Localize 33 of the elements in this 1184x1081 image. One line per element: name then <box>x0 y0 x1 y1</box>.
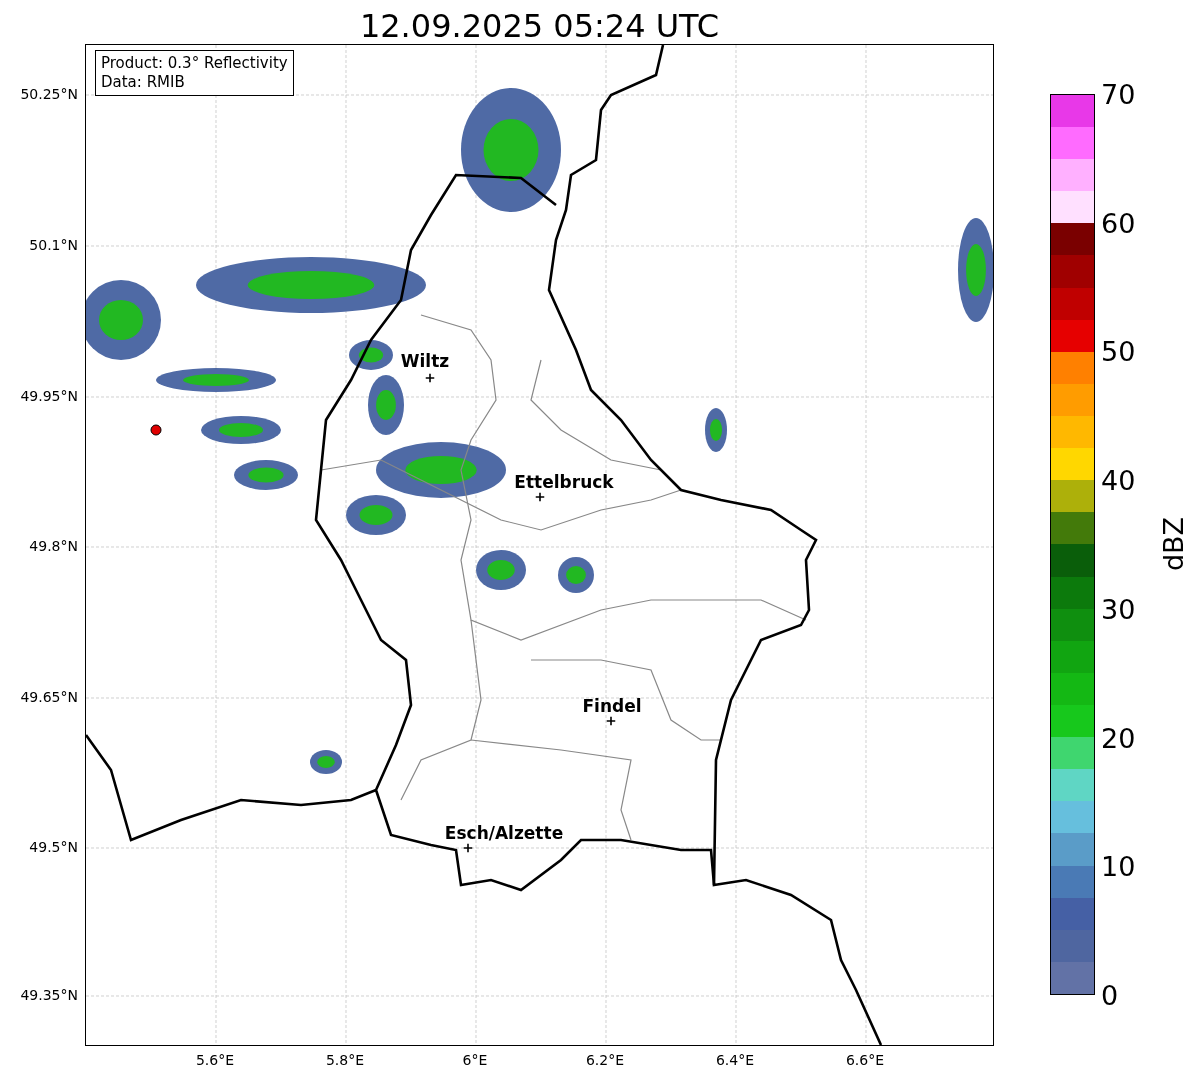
chart-title: 12.09.2025 05:24 UTC <box>358 10 721 44</box>
scale-tick-label: 40 <box>1101 466 1136 494</box>
longitude-label: 6.4°E <box>715 1052 755 1068</box>
latitude-label: 50.1°N <box>29 237 78 253</box>
scale-tick-label: 30 <box>1101 595 1136 623</box>
longitude-label: 6.2°E <box>585 1052 625 1068</box>
city-marker-icon <box>606 716 616 726</box>
scale-tick-label: 70 <box>1101 80 1136 108</box>
latitude-label: 50.25°N <box>20 86 78 102</box>
city-label: Ettelbruck <box>514 474 614 491</box>
scale-tick-label: 10 <box>1101 852 1136 880</box>
city-marker-icon <box>425 373 435 383</box>
longitude-label: 5.6°E <box>195 1052 235 1068</box>
scale-title: dBZ <box>1157 516 1184 572</box>
info-text: Product: 0.3° Reflectivity <box>101 54 288 73</box>
info-text: Data: RMIB <box>101 73 186 92</box>
latitude-label: 49.5°N <box>29 839 78 855</box>
scale-tick-label: 50 <box>1101 337 1136 365</box>
city-label: Wiltz <box>400 353 450 370</box>
longitude-label: 6°E <box>462 1052 488 1068</box>
city-label: Esch/Alzette <box>444 825 564 842</box>
city-marker-icon <box>463 843 473 853</box>
scale-tick-label: 60 <box>1101 209 1136 237</box>
latitude-label: 49.8°N <box>29 538 78 554</box>
scale-tick-label: 20 <box>1101 724 1136 752</box>
scale-tick-label: 0 <box>1101 981 1119 1009</box>
latitude-label: 49.95°N <box>20 388 78 404</box>
city-label: Findel <box>582 698 642 715</box>
latitude-label: 49.35°N <box>20 987 78 1003</box>
city-marker-icon <box>535 492 545 502</box>
longitude-label: 6.6°E <box>845 1052 885 1068</box>
latitude-label: 49.65°N <box>20 689 78 705</box>
longitude-label: 5.8°E <box>325 1052 365 1068</box>
